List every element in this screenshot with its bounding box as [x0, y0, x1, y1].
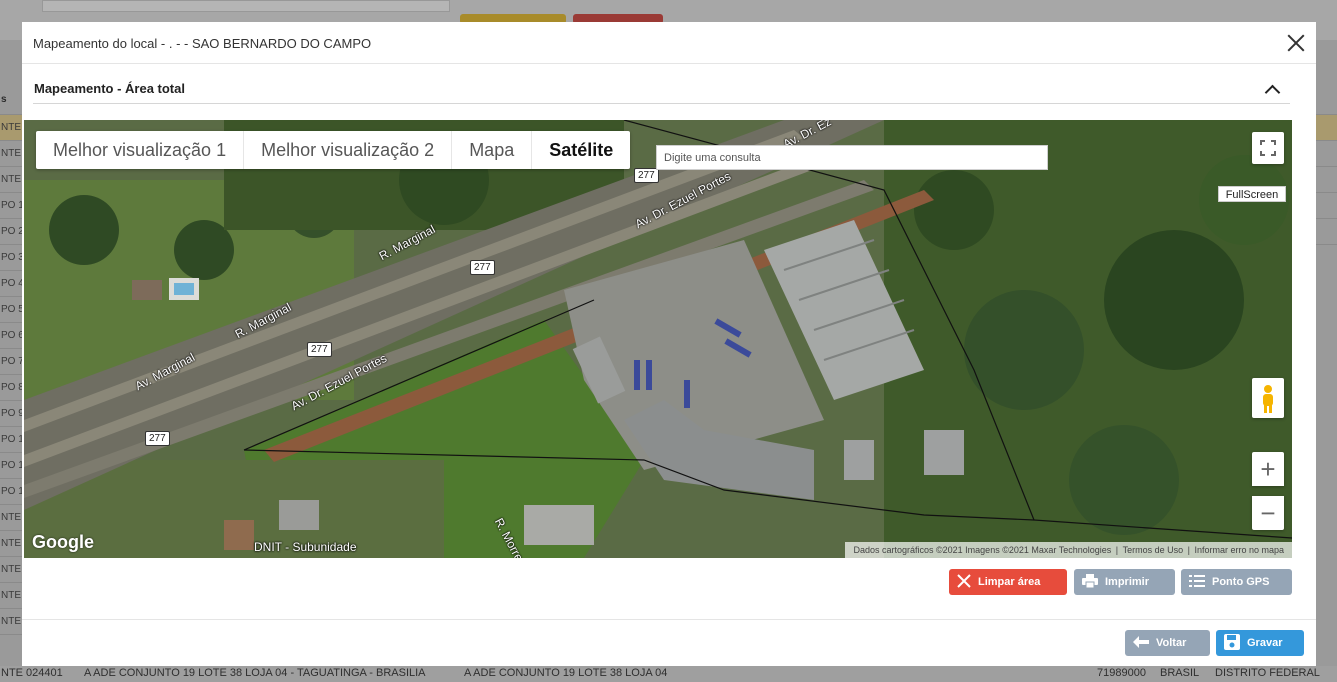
background-cell: NTE: [0, 609, 22, 635]
modal-header: Mapeamento do local - . - - SAO BERNARDO…: [22, 22, 1316, 64]
highway-shield: 277: [470, 260, 495, 275]
map-type-satellite[interactable]: Satélite: [532, 131, 630, 169]
background-cell: PO 5: [0, 297, 22, 323]
back-button[interactable]: Voltar: [1125, 630, 1210, 656]
satellite-imagery: [24, 120, 1292, 558]
footer-divider: [22, 619, 1316, 620]
map-type-selector: Melhor visualização 1 Melhor visualizaçã…: [36, 131, 631, 169]
clear-area-label: Limpar área: [978, 576, 1041, 588]
satellite-map[interactable]: Av. Dr. Ezuel Portes Av. Dr. Ezuel Porte…: [24, 120, 1292, 558]
background-cell: [1316, 141, 1337, 167]
attribution-data: Dados cartográficos ©2021 Imagens ©2021 …: [853, 545, 1112, 555]
background-cell: PO 8: [0, 375, 22, 401]
close-icon[interactable]: [1284, 31, 1308, 55]
gps-point-button[interactable]: Ponto GPS: [1181, 569, 1292, 595]
background-cell: PO 4: [0, 271, 22, 297]
save-button[interactable]: Gravar: [1216, 630, 1304, 656]
background-cell: 71989000: [1097, 667, 1146, 679]
map-place-label: DNIT - Subunidade: [254, 540, 357, 554]
background-cell: PO 1: [0, 479, 22, 505]
map-type-map[interactable]: Mapa: [452, 131, 533, 169]
modal-title: Mapeamento do local - . - - SAO BERNARDO…: [33, 36, 372, 51]
fullscreen-button[interactable]: [1252, 132, 1284, 164]
background-cell: PO 1: [0, 453, 22, 479]
background-cell: NTE 024401: [1, 667, 63, 679]
highway-shield: 277: [145, 431, 170, 446]
background-cell: DISTRITO FEDERAL: [1215, 667, 1320, 679]
highway-shield: 277: [307, 342, 332, 357]
background-cell: NTE: [0, 583, 22, 609]
arrow-left-icon: [1133, 635, 1149, 651]
google-logo: Google: [32, 532, 94, 552]
map-type-best-view-2[interactable]: Melhor visualização 2: [244, 131, 453, 169]
map-attribution: Dados cartográficos ©2021 Imagens ©2021 …: [845, 542, 1292, 558]
mapping-modal: Mapeamento do local - . - - SAO BERNARDO…: [22, 22, 1316, 666]
clear-area-button[interactable]: Limpar área: [949, 569, 1067, 595]
background-right-column: [1316, 85, 1337, 682]
print-label: Imprimir: [1105, 576, 1150, 588]
section-title: Mapeamento - Área total: [34, 81, 185, 96]
fullscreen-tooltip: FullScreen: [1218, 186, 1286, 202]
background-cell: [1316, 85, 1337, 115]
printer-icon: [1082, 573, 1098, 591]
background-cell: PO 6: [0, 323, 22, 349]
save-label: Gravar: [1247, 637, 1283, 649]
background-cell: PO 3: [0, 245, 22, 271]
highway-shield: 277: [634, 168, 659, 183]
background-cell: PO 2: [0, 219, 22, 245]
background-cell: BRASIL: [1160, 667, 1200, 679]
background-cell: NTE: [0, 141, 22, 167]
background-cell: A ADE CONJUNTO 19 LOTE 38 LOJA 04 - TAGU…: [84, 667, 426, 679]
chevron-up-icon[interactable]: [1265, 83, 1279, 97]
list-icon: [1189, 574, 1205, 590]
background-cell: PO 1: [0, 193, 22, 219]
background-cell: NTE: [0, 557, 22, 583]
zoom-out-button[interactable]: −: [1252, 496, 1284, 530]
report-error-link[interactable]: Informar erro no mapa: [1194, 545, 1284, 555]
background-cell: [1316, 193, 1337, 219]
background-cell: NTE: [0, 115, 22, 141]
section-header[interactable]: Mapeamento - Área total: [33, 70, 1290, 104]
background-cell: A ADE CONJUNTO 19 LOTE 38 LOJA 04: [464, 667, 668, 679]
background-cell: NTE: [0, 505, 22, 531]
map-search-input[interactable]: [656, 145, 1048, 170]
background-cell: NTE: [0, 531, 22, 557]
zoom-in-button[interactable]: +: [1252, 452, 1284, 486]
background-cell: PO 9: [0, 401, 22, 427]
background-cell: [1316, 167, 1337, 193]
terms-link[interactable]: Termos de Uso: [1123, 545, 1184, 555]
background-left-column: s NTE NTE NTE PO 1 PO 2 PO 3 PO 4 PO 5 P…: [0, 85, 22, 682]
map-type-best-view-1[interactable]: Melhor visualização 1: [36, 131, 245, 169]
print-button[interactable]: Imprimir: [1074, 569, 1175, 595]
gps-point-label: Ponto GPS: [1212, 576, 1270, 588]
background-cell: [1316, 115, 1337, 141]
background-column-header: s: [0, 85, 22, 115]
fullscreen-icon: [1260, 140, 1276, 156]
back-label: Voltar: [1156, 637, 1187, 649]
background-cell: NTE: [0, 167, 22, 193]
background-cell: PO 7: [0, 349, 22, 375]
background-table-row: NTE 024401 A ADE CONJUNTO 19 LOTE 38 LOJ…: [0, 666, 1337, 682]
background-cell: [1316, 219, 1337, 245]
floppy-disk-icon: [1224, 633, 1240, 653]
street-view-pegman-icon[interactable]: [1252, 378, 1284, 418]
close-icon: [957, 573, 971, 591]
pegman-figure: [1263, 385, 1273, 413]
background-input: [42, 0, 450, 12]
background-cell: PO 1: [0, 427, 22, 453]
